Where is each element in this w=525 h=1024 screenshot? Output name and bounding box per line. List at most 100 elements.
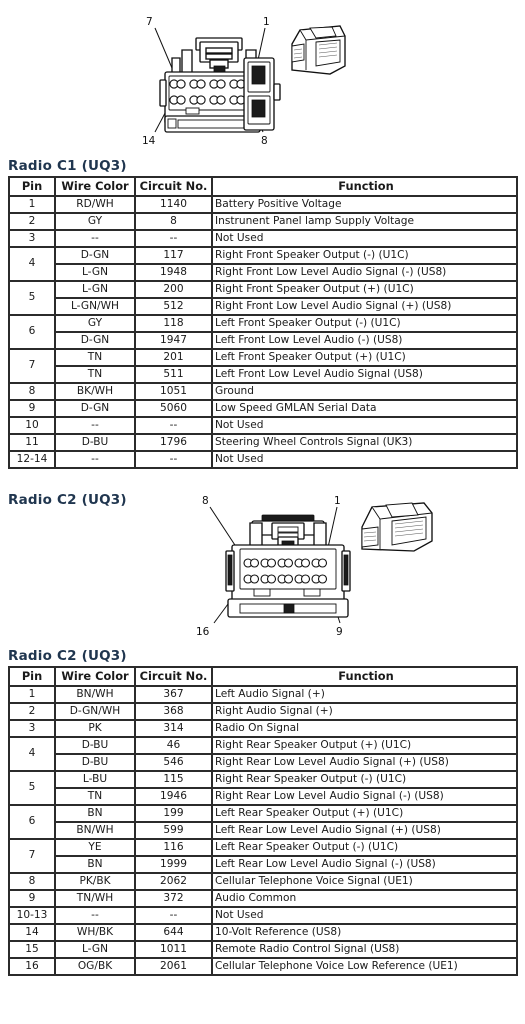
callout-label-7: 7: [146, 16, 153, 28]
cell-function: Audio Common: [212, 890, 517, 907]
cell-function: 10-Volt Reference (US8): [212, 924, 517, 941]
cell-function: Left Rear Speaker Output (+) (U1C): [212, 805, 517, 822]
cell-pin: 9: [9, 400, 55, 417]
cell-wire-color: GY: [55, 213, 135, 230]
table-row: BN/WH 599 Left Rear Low Level Audio Signal…: [9, 822, 517, 839]
table-row: 2 D-GN/WH 368 Right Audio Signal (+): [9, 703, 517, 720]
cell-wire-color: D-GN: [55, 332, 135, 349]
column-header-circuit: Circuit No.: [135, 177, 212, 196]
cell-pin: 3: [9, 720, 55, 737]
cell-pin: 11: [9, 434, 55, 451]
cell-wire-color: RD/WH: [55, 196, 135, 213]
column-header-function: Function: [212, 177, 517, 196]
cell-wire-color: L-GN: [55, 941, 135, 958]
cell-wire-color: L-BU: [55, 771, 135, 788]
cell-wire-color: TN: [55, 788, 135, 805]
column-header-pin: Pin: [9, 177, 55, 196]
cell-circuit-no: 367: [135, 686, 212, 703]
table-header-row: Pin Wire Color Circuit No. Function: [9, 667, 517, 686]
cell-wire-color: --: [55, 907, 135, 924]
cell-function: Right Rear Speaker Output (+) (U1C): [212, 737, 517, 754]
cell-wire-color: D-GN/WH: [55, 703, 135, 720]
cell-pin: 7: [9, 349, 55, 383]
cell-circuit-no: 1011: [135, 941, 212, 958]
cell-wire-color: BN/WH: [55, 686, 135, 703]
table-row: 5 L-BU 115 Right Rear Speaker Output (-) (U…: [9, 771, 517, 805]
section-title-radio-c1: Radio C1 (UQ3): [8, 158, 127, 174]
cell-circuit-no: 1140: [135, 196, 212, 213]
cell-pin: 1: [9, 686, 55, 703]
callout-label-14: 14: [142, 135, 156, 147]
cell-wire-color: D-BU: [55, 434, 135, 451]
cell-function: Radio On Signal: [212, 720, 517, 737]
pin-table-c2: Pin Wire Color Circuit No. Function 1 BN/…: [8, 666, 518, 976]
cell-circuit-no: --: [135, 417, 212, 434]
cell-wire-color: TN: [55, 349, 135, 366]
cell-pin: 7: [9, 839, 55, 873]
cell-circuit-no: 115: [135, 771, 212, 788]
cell-wire-color: --: [55, 230, 135, 247]
cell-circuit-no: 1947: [135, 332, 212, 349]
cell-function: Steering Wheel Controls Signal (UK3): [212, 434, 517, 451]
cell-pin: 9: [9, 890, 55, 907]
callout-label-9: 9: [336, 626, 343, 638]
table-row: L-GN/WH 512 Right Front Low Level Audio Si…: [9, 298, 517, 315]
table-row: 10 -- -- Not Used: [9, 417, 517, 434]
cell-circuit-no: 1948: [135, 264, 212, 281]
cell-pin: 5: [9, 771, 55, 805]
cell-wire-color: D-BU: [55, 754, 135, 771]
cell-circuit-no: 2062: [135, 873, 212, 890]
cell-circuit-no: --: [135, 907, 212, 924]
connector-diagram-c2-svg: 8 1 16 9: [196, 495, 433, 638]
cell-function: Not Used: [212, 907, 517, 924]
section-title-radio-c2: Radio C2 (UQ3): [8, 648, 127, 664]
cell-wire-color: L-GN: [55, 281, 135, 298]
callout-label-8: 8: [202, 495, 209, 507]
table-row: 12-14 -- -- Not Used: [9, 451, 517, 468]
cell-function: Left Audio Signal (+): [212, 686, 517, 703]
cell-wire-color: TN/WH: [55, 890, 135, 907]
cell-function: Battery Positive Voltage: [212, 196, 517, 213]
cell-wire-color: WH/BK: [55, 924, 135, 941]
cell-wire-color: BN: [55, 805, 135, 822]
cell-function: Ground: [212, 383, 517, 400]
cell-pin: 4: [9, 247, 55, 281]
cell-pin: 12-14: [9, 451, 55, 468]
cavity-row-bottom-c2: [243, 574, 328, 584]
connector-body-c1: [159, 37, 281, 133]
cell-function: Not Used: [212, 451, 517, 468]
cell-circuit-no: 314: [135, 720, 212, 737]
cell-wire-color: L-GN: [55, 264, 135, 281]
cell-pin: 14: [9, 924, 55, 941]
pin-table-c1: Pin Wire Color Circuit No. Function 1 RD/…: [8, 176, 518, 469]
connector-diagram-c1-svg: 7 1 14 8: [142, 16, 346, 147]
column-header-wire: Wire Color: [55, 667, 135, 686]
cell-wire-color: --: [55, 451, 135, 468]
table-row: BN 1999 Left Rear Low Level Audio Signal (…: [9, 856, 517, 873]
cell-function: Not Used: [212, 230, 517, 247]
cell-circuit-no: 1999: [135, 856, 212, 873]
table-row: 16 OG/BK 2061 Cellular Telephone Voice Low …: [9, 958, 517, 975]
cell-function: Left Front Speaker Output (-) (U1C): [212, 315, 517, 332]
pin-table-c2-head: Pin Wire Color Circuit No. Function: [9, 667, 517, 686]
cell-circuit-no: 511: [135, 366, 212, 383]
callout-label-8: 8: [261, 135, 268, 147]
cell-function: Left Front Low Level Audio (-) (US8): [212, 332, 517, 349]
cell-wire-color: GY: [55, 315, 135, 332]
cell-circuit-no: --: [135, 230, 212, 247]
table-row: 7 YE 116 Left Rear Speaker Output (-) (U1C): [9, 839, 517, 873]
table-row: 14 WH/BK 644 10-Volt Reference (US8): [9, 924, 517, 941]
cell-circuit-no: 599: [135, 822, 212, 839]
cell-function: Low Speed GMLAN Serial Data: [212, 400, 517, 417]
table-row: 9 TN/WH 372 Audio Common: [9, 890, 517, 907]
pin-table-c2-holder: Pin Wire Color Circuit No. Function 1 BN/…: [0, 666, 525, 976]
column-header-function: Function: [212, 667, 517, 686]
cell-pin: 15: [9, 941, 55, 958]
cell-pin: 8: [9, 873, 55, 890]
pin-table-c1-head: Pin Wire Color Circuit No. Function: [9, 177, 517, 196]
table-row: 1 RD/WH 1140 Battery Positive Voltage: [9, 196, 517, 213]
table-row: D-GN 1947 Left Front Low Level Audio (-) (…: [9, 332, 517, 349]
table-row: TN 1946 Right Rear Low Level Audio Signal …: [9, 788, 517, 805]
table-row: 8 BK/WH 1051 Ground: [9, 383, 517, 400]
cell-circuit-no: 1796: [135, 434, 212, 451]
